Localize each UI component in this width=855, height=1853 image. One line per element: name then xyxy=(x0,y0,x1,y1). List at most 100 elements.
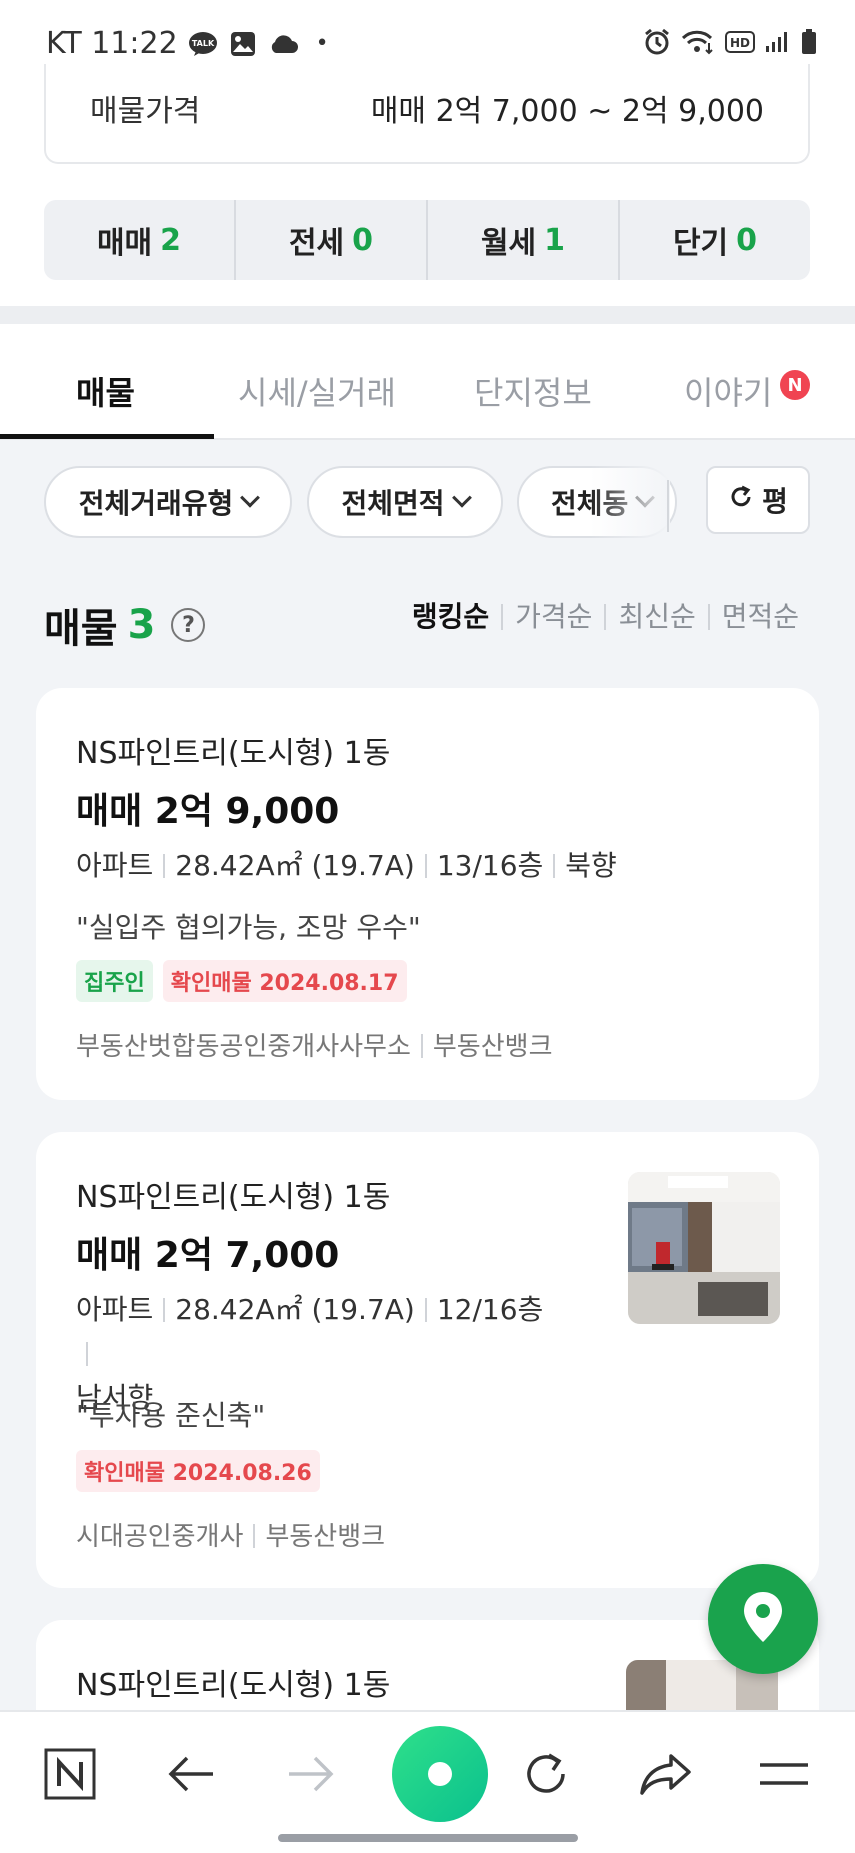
filter-deal-type[interactable]: 전체거래유형 xyxy=(44,466,292,538)
sort-area[interactable]: 면적순 xyxy=(707,603,811,631)
deal-type-short[interactable]: 단기 0 xyxy=(620,200,810,280)
menu-button[interactable] xyxy=(748,1740,820,1812)
back-button[interactable] xyxy=(155,1740,227,1812)
property-area: 28.42A㎡ (19.7A) xyxy=(175,1293,415,1326)
green-dot-icon xyxy=(390,1724,490,1828)
tab-price-history[interactable]: 시세/실거래 xyxy=(238,368,396,414)
property-floor: 13/16층 xyxy=(436,849,544,882)
listing-price: 매매 2억 7,000 xyxy=(76,1235,340,1276)
listing-photo[interactable] xyxy=(628,1172,780,1324)
listing-description: "투자용 준신축" xyxy=(76,1399,266,1432)
main-tabs: 매물 시세/실거래 단지정보 이야기 N xyxy=(0,324,855,440)
refresh-icon xyxy=(521,1749,571,1803)
green-dot-button[interactable] xyxy=(390,1726,490,1826)
deal-type-count: 1 xyxy=(544,222,566,258)
listing-price: 매매 2억 9,000 xyxy=(76,791,340,832)
browser-toolbar xyxy=(0,1710,855,1853)
listing-card[interactable]: NS파인트리(도시형) 1동 매매 2억 9,000 아파트 28.42A㎡ (1… xyxy=(36,688,819,1100)
unit-label: 평 xyxy=(762,485,788,518)
listing-count: 3 xyxy=(127,602,156,648)
sort-price[interactable]: 가격순 xyxy=(501,603,604,631)
notification-dot: • xyxy=(315,31,329,56)
listing-tags: 집주인 확인매물 2024.08.17 xyxy=(76,960,407,1002)
gallery-icon xyxy=(228,31,258,57)
chevron-down-icon xyxy=(240,487,261,508)
deal-type-count: 2 xyxy=(160,222,182,258)
tab-stories[interactable]: 이야기 xyxy=(684,368,772,414)
property-type: 아파트 xyxy=(76,849,154,882)
price-range-label: 매물가격 xyxy=(90,94,201,129)
deal-type-count: 0 xyxy=(352,222,374,258)
chevron-down-icon xyxy=(451,487,472,508)
active-tab-underline xyxy=(0,434,214,439)
listing-tags: 확인매물 2024.08.26 xyxy=(76,1450,320,1492)
hamburger-menu-icon xyxy=(758,1759,810,1793)
property-direction: 북향 xyxy=(565,849,617,882)
deal-type-label: 매매 xyxy=(96,226,153,261)
share-icon xyxy=(639,1752,693,1800)
tab-complex-info[interactable]: 단지정보 xyxy=(474,368,592,414)
property-area: 28.42A㎡ (19.7A) xyxy=(175,849,415,882)
filter-divider xyxy=(667,480,669,532)
cloud-icon xyxy=(268,31,298,57)
carrier-time: KT 11:22 xyxy=(46,26,178,61)
deal-type-tabs: 매매 2 전세 0 월세 1 단기 0 xyxy=(44,200,810,280)
arrow-left-icon xyxy=(167,1754,215,1798)
refresh-button[interactable] xyxy=(510,1740,582,1812)
listing-card[interactable]: NS파인트리(도시형) 1동 매매 2억 7,000 아파트 28.42A㎡ (1… xyxy=(36,1132,819,1588)
listing-info: 아파트 28.42A㎡ (19.7A) 13/16층 북향 xyxy=(76,844,617,888)
section-divider xyxy=(0,306,855,324)
arrow-right-icon xyxy=(287,1754,335,1798)
listing-name: NS파인트리(도시형) 1동 xyxy=(76,1180,391,1215)
listing-description: "실입주 협의가능, 조망 우수" xyxy=(76,911,421,944)
deal-type-label: 전세 xyxy=(288,226,345,261)
forward-button[interactable] xyxy=(275,1740,347,1812)
sort-options: 랭킹순 가격순 최신순 면적순 xyxy=(400,603,811,631)
confirmed-tag: 확인매물 2024.08.26 xyxy=(76,1450,320,1492)
agent-source: 부동산뱅크 xyxy=(432,1032,553,1062)
map-view-button[interactable] xyxy=(708,1564,818,1674)
naver-home-button[interactable] xyxy=(34,1740,106,1812)
hd-icon: HD xyxy=(725,31,755,57)
listing-name: NS파인트리(도시형) 1동 xyxy=(76,1668,391,1703)
refresh-icon xyxy=(728,484,754,517)
deal-type-monthly[interactable]: 월세 1 xyxy=(428,200,620,280)
naver-n-icon xyxy=(44,1748,96,1804)
home-indicator xyxy=(278,1834,578,1842)
wifi-icon xyxy=(681,29,715,59)
listing-name: NS파인트리(도시형) 1동 xyxy=(76,736,391,771)
price-range-card: 매물가격 매매 2억 7,000 ~ 2억 9,000 xyxy=(44,64,810,164)
agent-source: 부동산뱅크 xyxy=(265,1522,386,1552)
deal-type-sale[interactable]: 매매 2 xyxy=(44,200,236,280)
property-type: 아파트 xyxy=(76,1293,154,1326)
deal-type-label: 월세 xyxy=(480,226,537,261)
deal-type-label: 단기 xyxy=(672,226,729,261)
tab-listings[interactable]: 매물 xyxy=(76,368,135,414)
status-right: HD xyxy=(643,28,817,60)
help-icon[interactable]: ? xyxy=(171,608,206,642)
agent-name: 부동산벗합동공인중개사사무소 xyxy=(76,1032,411,1062)
property-floor: 12/16층 xyxy=(436,1293,544,1326)
sort-ranking[interactable]: 랭킹순 xyxy=(400,603,501,631)
price-range-value: 매매 2억 7,000 ~ 2억 9,000 xyxy=(370,94,764,129)
listing-count-header: 매물 3 ? xyxy=(44,596,206,654)
unit-toggle-button[interactable]: 평 xyxy=(706,466,810,534)
deal-type-jeonse[interactable]: 전세 0 xyxy=(236,200,428,280)
listing-title: 매물 xyxy=(44,606,118,652)
location-pin-icon xyxy=(741,1590,785,1648)
sort-latest[interactable]: 최신순 xyxy=(604,603,707,631)
filter-deal-type-label: 전체거래유형 xyxy=(78,487,234,520)
listing-agents: 시대공인중개사 부동산뱅크 xyxy=(76,1516,385,1553)
listing-agents: 부동산벗합동공인중개사사무소 부동산뱅크 xyxy=(76,1026,553,1063)
filter-area[interactable]: 전체면적 xyxy=(307,466,503,538)
alarm-icon xyxy=(643,28,671,60)
agent-name: 시대공인중개사 xyxy=(76,1522,244,1552)
status-left: KT 11:22 TALK • xyxy=(46,26,329,61)
kakaotalk-icon: TALK xyxy=(188,31,218,57)
talk-text: TALK xyxy=(192,39,215,48)
owner-tag: 집주인 xyxy=(76,960,153,1002)
share-button[interactable] xyxy=(630,1740,702,1812)
deal-type-count: 0 xyxy=(736,222,758,258)
hd-text: HD xyxy=(730,36,750,50)
confirmed-tag: 확인매물 2024.08.17 xyxy=(162,960,407,1002)
